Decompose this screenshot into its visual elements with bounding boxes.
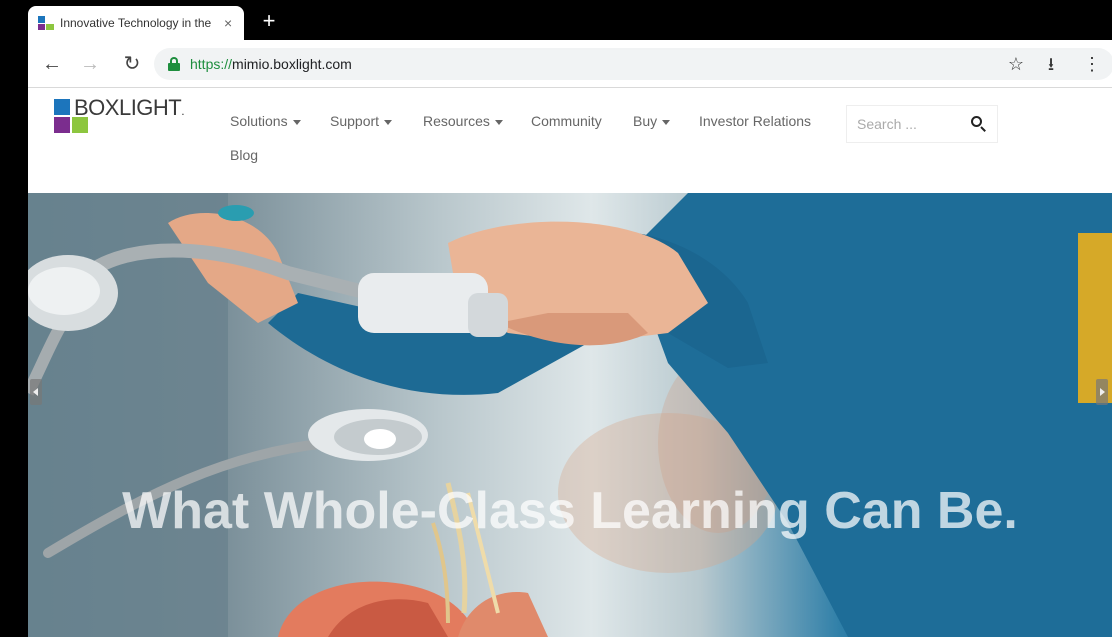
search-box[interactable]: Search ... — [846, 105, 998, 143]
url-text: https://mimio.boxlight.com — [190, 56, 352, 72]
star-icon[interactable]: ☆ — [1004, 52, 1028, 76]
nav-item-solutions[interactable]: Solutions — [230, 113, 301, 129]
nav-item-buy[interactable]: Buy — [633, 113, 671, 129]
close-tab-icon[interactable]: × — [224, 15, 232, 31]
boxlight-favicon-icon — [38, 16, 54, 30]
nav-item-support[interactable]: Support — [330, 113, 393, 129]
back-arrow-icon[interactable]: ← — [38, 50, 66, 78]
nav-item-blog[interactable]: Blog — [230, 147, 258, 163]
address-bar[interactable]: https://mimio.boxlight.com — [154, 48, 1112, 80]
hero-background-illustration — [28, 193, 1112, 637]
hero-headline: What Whole-Class Learning Can Be. — [122, 482, 1018, 540]
browser-tab[interactable]: Innovative Technology in the × — [28, 6, 244, 40]
forward-arrow-icon[interactable]: → — [76, 50, 104, 78]
kebab-menu-icon[interactable]: ⋮ — [1080, 52, 1104, 76]
lock-icon — [168, 57, 180, 71]
reload-icon[interactable]: ↻ — [118, 50, 146, 78]
site-header: BOXLIGHT. Solutions Support Resources Co… — [28, 89, 1112, 193]
chevron-down-icon — [494, 119, 503, 125]
boxlight-logo[interactable]: BOXLIGHT. — [54, 93, 214, 143]
nav-item-community[interactable]: Community — [531, 113, 602, 129]
chevron-down-icon — [292, 119, 301, 125]
slider-next-button[interactable] — [1096, 379, 1108, 405]
browser-toolbar: ← → ↻ https://mimio.boxlight.com ☆ ⭳ ⋮ — [28, 40, 1112, 88]
download-icon[interactable]: ⭳ — [1039, 52, 1063, 76]
browser-frame-left — [0, 0, 28, 637]
new-tab-button[interactable]: + — [258, 8, 280, 34]
logo-text: BOXLIGHT. — [74, 95, 185, 120]
nav-item-investor-relations[interactable]: Investor Relations — [699, 113, 811, 129]
search-icon[interactable] — [971, 116, 987, 132]
nav-item-resources[interactable]: Resources — [423, 113, 503, 129]
slider-prev-button[interactable] — [30, 379, 42, 405]
chevron-down-icon — [662, 119, 671, 125]
chevron-down-icon — [384, 119, 393, 125]
tab-title: Innovative Technology in the — [60, 16, 212, 30]
hero-banner: What Whole-Class Learning Can Be. — [28, 193, 1112, 637]
search-input[interactable]: Search ... — [857, 116, 971, 132]
